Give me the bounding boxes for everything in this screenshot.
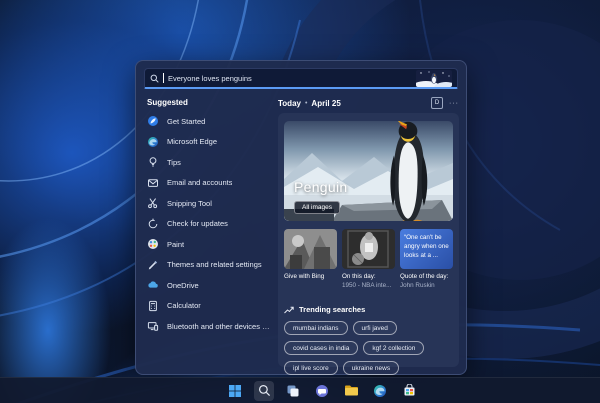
suggested-title: Suggested xyxy=(147,98,188,107)
suggested-item-tips[interactable]: Tips xyxy=(144,152,272,173)
suggested-item-label: Themes and related settings xyxy=(167,260,262,270)
card-caption: Quote of the day: xyxy=(400,273,449,280)
start-button[interactable] xyxy=(225,381,245,401)
suggested-item-label: Email and accounts xyxy=(167,178,233,188)
suggested-item-onedrive[interactable]: OneDrive xyxy=(144,275,272,296)
suggested-item-bluetooth-devices[interactable]: Bluetooth and other devices sett... xyxy=(144,316,272,337)
trending-chip[interactable]: covid cases in india xyxy=(284,341,359,355)
get-started-icon xyxy=(147,115,159,127)
today-label: Today xyxy=(278,98,301,108)
suggested-item-check-updates[interactable]: Check for updates xyxy=(144,214,272,235)
search-button[interactable] xyxy=(254,380,274,401)
hero-title: Penguin xyxy=(294,179,348,195)
suggested-list: Get Started Microsoft Edge Tips Email an… xyxy=(144,111,272,337)
devices-icon xyxy=(147,320,159,332)
suggested-item-paint[interactable]: Paint xyxy=(144,234,272,255)
trending-chip[interactable]: ipl live score xyxy=(284,361,338,375)
trending-icon xyxy=(284,306,294,313)
file-explorer-button[interactable] xyxy=(341,381,361,401)
snipping-tool-icon xyxy=(147,197,159,209)
store-button[interactable] xyxy=(399,381,419,401)
suggested-item-calculator[interactable]: Calculator xyxy=(144,296,272,317)
more-options-icon[interactable]: ··· xyxy=(449,100,459,107)
taskbar-search-icon xyxy=(258,385,270,397)
suggested-item-label: Tips xyxy=(167,157,181,167)
penguin-snow-illustration xyxy=(416,69,452,87)
search-query-text: Everyone loves penguins xyxy=(168,73,252,83)
file-explorer-icon xyxy=(344,385,358,396)
chat-button[interactable] xyxy=(312,381,332,401)
updates-sync-icon xyxy=(147,218,159,230)
themes-pencil-icon xyxy=(147,259,159,271)
card-subcaption: 1950 - NBA inte... xyxy=(342,281,392,289)
trending-chips: mumbai indians urfi javed covid cases in… xyxy=(284,321,453,375)
trending-chip[interactable]: mumbai indians xyxy=(284,321,348,335)
cards-row: Give with Bing On this day: 1950 - NBA i… xyxy=(284,229,453,291)
suggested-item-label: Calculator xyxy=(167,301,201,311)
suggested-item-snipping-tool[interactable]: Snipping Tool xyxy=(144,193,272,214)
on-this-day-thumbnail xyxy=(342,229,395,269)
suggested-item-label: Microsoft Edge xyxy=(167,137,218,147)
trending-chip[interactable]: ukraine news xyxy=(342,361,400,375)
text-caret xyxy=(163,73,164,83)
chat-icon xyxy=(316,384,328,397)
edge-browser-icon xyxy=(374,384,386,397)
calculator-icon xyxy=(147,300,159,312)
store-icon xyxy=(404,384,414,396)
email-icon xyxy=(147,177,159,189)
paint-palette-icon xyxy=(147,238,159,250)
trending-chip[interactable]: kgf 2 collection xyxy=(363,341,425,355)
quote-text: “One can't be angry when one looks at a … xyxy=(400,229,453,269)
suggested-item-label: Bluetooth and other devices sett... xyxy=(167,321,272,331)
taskbar xyxy=(0,377,600,403)
windows-logo-icon xyxy=(229,384,241,397)
onedrive-cloud-icon xyxy=(147,279,159,291)
today-date: April 25 xyxy=(311,98,341,108)
trending-chip[interactable]: urfi javed xyxy=(352,321,397,335)
today-header: Today • April 25 D ··· xyxy=(278,97,459,109)
suggested-item-label: Get Started xyxy=(167,116,206,126)
edge-icon xyxy=(147,136,159,148)
task-view-button[interactable] xyxy=(283,381,303,401)
search-input[interactable]: Everyone loves penguins xyxy=(144,68,458,89)
search-icon xyxy=(150,74,159,83)
suggested-item-label: OneDrive xyxy=(167,280,199,290)
trending-section: Trending searches mumbai indians urfi ja… xyxy=(284,305,453,375)
suggested-item-email-accounts[interactable]: Email and accounts xyxy=(144,173,272,194)
task-view-icon xyxy=(287,385,299,396)
today-separator: • xyxy=(304,99,308,107)
suggested-item-label: Paint xyxy=(167,239,185,249)
d-badge-button[interactable]: D xyxy=(431,97,443,109)
penguin-hero-card[interactable]: Penguin All images xyxy=(284,121,453,221)
all-images-button[interactable]: All images xyxy=(294,201,340,214)
trending-title: Trending searches xyxy=(299,305,366,314)
card-caption: Give with Bing xyxy=(284,273,325,280)
tips-bulb-icon xyxy=(147,156,159,168)
search-flyout: Everyone loves penguins Suggested Get St… xyxy=(135,60,467,375)
suggested-item-microsoft-edge[interactable]: Microsoft Edge xyxy=(144,132,272,153)
suggested-item-themes-settings[interactable]: Themes and related settings xyxy=(144,255,272,276)
give-with-bing-thumbnail xyxy=(284,229,337,269)
edge-browser-button[interactable] xyxy=(370,381,390,401)
on-this-day-card[interactable]: On this day: 1950 - NBA inte... xyxy=(342,229,395,291)
suggested-item-label: Snipping Tool xyxy=(167,198,212,208)
penguin-image xyxy=(390,121,428,221)
card-caption: On this day: xyxy=(342,273,376,280)
quote-of-the-day-card[interactable]: “One can't be angry when one looks at a … xyxy=(400,229,453,291)
give-with-bing-card[interactable]: Give with Bing xyxy=(284,229,337,291)
suggested-item-get-started[interactable]: Get Started xyxy=(144,111,272,132)
card-subcaption: John Ruskin xyxy=(400,281,435,289)
desktop: Everyone loves penguins Suggested Get St… xyxy=(0,0,600,403)
suggested-item-label: Check for updates xyxy=(167,219,228,229)
today-panel: Penguin All images Give with Bing On thi… xyxy=(278,113,459,375)
